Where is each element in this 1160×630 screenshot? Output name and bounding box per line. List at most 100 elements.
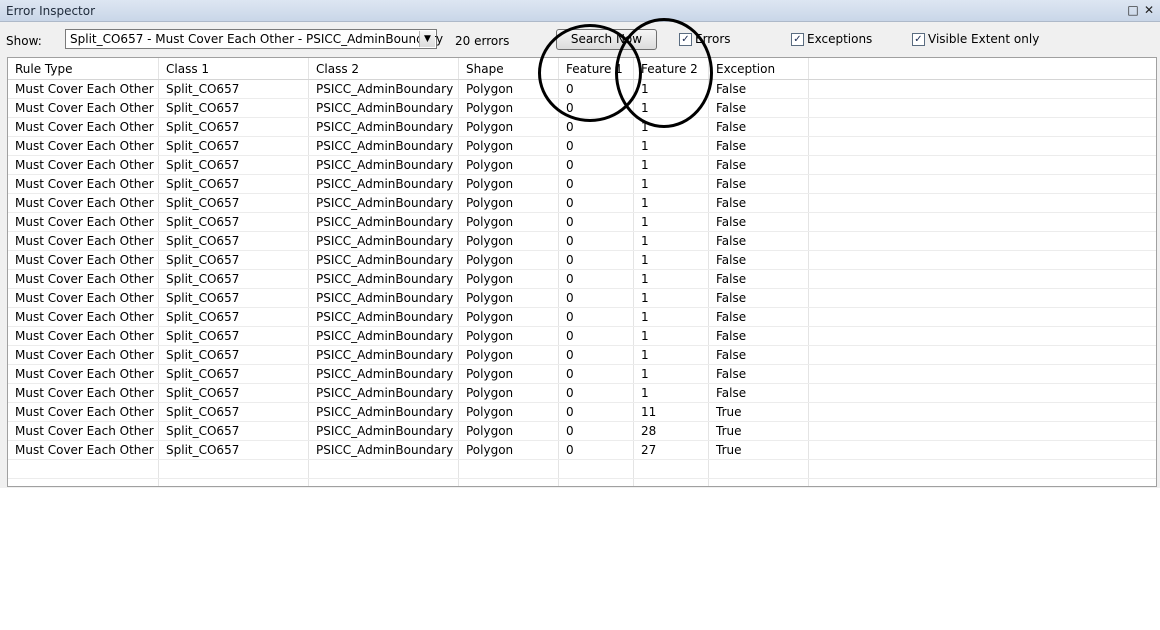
cell-shape: Polygon: [459, 156, 559, 174]
table-row[interactable]: [8, 460, 1156, 479]
window-title: Error Inspector: [6, 4, 96, 18]
cell-class-1: Split_CO657: [159, 251, 309, 269]
column-header-feature-1[interactable]: Feature 1: [559, 58, 634, 79]
cell-rule-type: [8, 460, 159, 478]
cell-class-2: PSICC_AdminBoundary: [309, 384, 459, 402]
cell-feature-1: 0: [559, 289, 634, 307]
cell-class-1: Split_CO657: [159, 99, 309, 117]
cell-rule-type: Must Cover Each Other: [8, 213, 159, 231]
errors-checkbox[interactable]: ✓ Errors: [679, 32, 731, 46]
table-row[interactable]: Must Cover Each Other Split_CO657 PSICC_Ad…: [8, 384, 1156, 403]
cell-shape: Polygon: [459, 422, 559, 440]
visible-extent-checkbox[interactable]: ✓ Visible Extent only: [912, 32, 1039, 46]
table-row[interactable]: Must Cover Each Other Split_CO657 PSICC_Ad…: [8, 175, 1156, 194]
table-row[interactable]: Must Cover Each Other Split_CO657 PSICC_Ad…: [8, 308, 1156, 327]
table-row[interactable]: Must Cover Each Other Split_CO657 PSICC_Ad…: [8, 156, 1156, 175]
cell-rule-type: Must Cover Each Other: [8, 118, 159, 136]
cell-feature-1: [559, 479, 634, 486]
cell-feature-2: 1: [634, 251, 709, 269]
cell-rule-type: Must Cover Each Other: [8, 346, 159, 364]
cell-exception: False: [709, 270, 809, 288]
table-row[interactable]: Must Cover Each Other Split_CO657 PSICC_Ad…: [8, 403, 1156, 422]
cell-feature-1: 0: [559, 384, 634, 402]
table-row[interactable]: Must Cover Each Other Split_CO657 PSICC_Ad…: [8, 365, 1156, 384]
toolbar: Show: Split_CO657 - Must Cover Each Othe…: [0, 22, 1160, 54]
table-row[interactable]: Must Cover Each Other Split_CO657 PSICC_Ad…: [8, 194, 1156, 213]
dropdown-arrow-icon[interactable]: ▼: [419, 31, 435, 47]
cell-class-2: PSICC_AdminBoundary: [309, 213, 459, 231]
cell-exception: True: [709, 422, 809, 440]
search-now-button[interactable]: Search Now: [556, 29, 657, 50]
cell-rule-type: Must Cover Each Other: [8, 99, 159, 117]
cell-rule-type: Must Cover Each Other: [8, 80, 159, 98]
cell-feature-1: 0: [559, 365, 634, 383]
cell-feature-2: 1: [634, 384, 709, 402]
cell-exception: False: [709, 156, 809, 174]
table-row[interactable]: Must Cover Each Other Split_CO657 PSICC_Ad…: [8, 327, 1156, 346]
cell-rule-type: Must Cover Each Other: [8, 327, 159, 345]
cell-exception: False: [709, 194, 809, 212]
cell-feature-1: 0: [559, 251, 634, 269]
cell-rule-type: Must Cover Each Other: [8, 422, 159, 440]
cell-class-1: Split_CO657: [159, 80, 309, 98]
restore-icon[interactable]: □: [1126, 3, 1140, 17]
checkmark-icon[interactable]: ✓: [679, 32, 692, 46]
cell-feature-1: 0: [559, 327, 634, 345]
cell-feature-1: 0: [559, 118, 634, 136]
cell-shape: Polygon: [459, 213, 559, 231]
cell-class-1: Split_CO657: [159, 308, 309, 326]
table-row[interactable]: Must Cover Each Other Split_CO657 PSICC_Ad…: [8, 251, 1156, 270]
cell-feature-1: 0: [559, 346, 634, 364]
cell-exception: False: [709, 251, 809, 269]
column-header-exception[interactable]: Exception: [709, 58, 809, 79]
exceptions-label: Exceptions: [807, 32, 873, 46]
table-row[interactable]: Must Cover Each Other Split_CO657 PSICC_Ad…: [8, 137, 1156, 156]
cell-feature-2: 1: [634, 175, 709, 193]
table-row[interactable]: Must Cover Each Other Split_CO657 PSICC_Ad…: [8, 232, 1156, 251]
cell-class-1: Split_CO657: [159, 137, 309, 155]
table-row[interactable]: [8, 479, 1156, 486]
column-header-shape[interactable]: Shape: [459, 58, 559, 79]
table-row[interactable]: Must Cover Each Other Split_CO657 PSICC_Ad…: [8, 80, 1156, 99]
table-row[interactable]: Must Cover Each Other Split_CO657 PSICC_Ad…: [8, 289, 1156, 308]
cell-exception: False: [709, 137, 809, 155]
cell-class-2: PSICC_AdminBoundary: [309, 99, 459, 117]
cell-class-2: PSICC_AdminBoundary: [309, 441, 459, 459]
table-row[interactable]: Must Cover Each Other Split_CO657 PSICC_Ad…: [8, 346, 1156, 365]
cell-class-1: Split_CO657: [159, 175, 309, 193]
cell-rule-type: Must Cover Each Other: [8, 251, 159, 269]
cell-rule-type: Must Cover Each Other: [8, 156, 159, 174]
cell-shape: Polygon: [459, 80, 559, 98]
cell-feature-1: 0: [559, 175, 634, 193]
cell-exception: True: [709, 403, 809, 421]
table-row[interactable]: Must Cover Each Other Split_CO657 PSICC_Ad…: [8, 422, 1156, 441]
cell-feature-2: 1: [634, 289, 709, 307]
table-row[interactable]: Must Cover Each Other Split_CO657 PSICC_Ad…: [8, 213, 1156, 232]
cell-shape: Polygon: [459, 403, 559, 421]
cell-class-2: PSICC_AdminBoundary: [309, 137, 459, 155]
cell-class-2: PSICC_AdminBoundary: [309, 270, 459, 288]
exceptions-checkbox[interactable]: ✓ Exceptions: [791, 32, 872, 46]
table-row[interactable]: Must Cover Each Other Split_CO657 PSICC_Ad…: [8, 118, 1156, 137]
column-header-feature-2[interactable]: Feature 2: [634, 58, 709, 79]
show-dropdown[interactable]: Split_CO657 - Must Cover Each Other - PS…: [65, 29, 443, 49]
column-header-rule-type[interactable]: Rule Type: [8, 58, 159, 79]
checkmark-icon[interactable]: ✓: [791, 32, 804, 46]
column-header-class-1[interactable]: Class 1: [159, 58, 309, 79]
checkmark-icon[interactable]: ✓: [912, 32, 925, 46]
cell-feature-2: 1: [634, 213, 709, 231]
close-icon[interactable]: ✕: [1142, 3, 1156, 17]
errors-label: Errors: [695, 32, 731, 46]
visible-extent-label: Visible Extent only: [928, 32, 1040, 46]
cell-shape: Polygon: [459, 308, 559, 326]
column-header-class-2[interactable]: Class 2: [309, 58, 459, 79]
cell-class-2: PSICC_AdminBoundary: [309, 403, 459, 421]
cell-feature-2: [634, 460, 709, 478]
cell-class-1: Split_CO657: [159, 403, 309, 421]
cell-exception: False: [709, 232, 809, 250]
cell-shape: Polygon: [459, 346, 559, 364]
table-row[interactable]: Must Cover Each Other Split_CO657 PSICC_Ad…: [8, 270, 1156, 289]
table-row[interactable]: Must Cover Each Other Split_CO657 PSICC_Ad…: [8, 99, 1156, 118]
table-row[interactable]: Must Cover Each Other Split_CO657 PSICC_Ad…: [8, 441, 1156, 460]
cell-class-1: Split_CO657: [159, 194, 309, 212]
